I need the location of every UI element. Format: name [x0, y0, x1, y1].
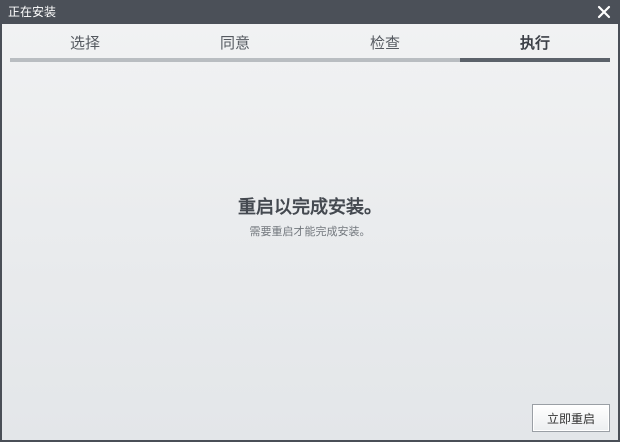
- step-bar: [10, 58, 160, 62]
- step-check: 检查: [310, 32, 460, 62]
- message-subtitle: 需要重启才能完成安装。: [249, 225, 371, 238]
- message-title: 重启以完成安装。: [238, 197, 382, 218]
- step-bar: [160, 58, 310, 62]
- step-label: 选择: [69, 34, 100, 52]
- step-agree: 同意: [160, 32, 310, 62]
- step-bar: [310, 58, 460, 62]
- step-label: 执行: [519, 34, 550, 52]
- step-label: 检查: [369, 34, 400, 52]
- step-execute: 执行: [460, 32, 610, 62]
- window-title: 正在安装: [8, 5, 57, 19]
- step-select: 选择: [10, 32, 160, 62]
- installer-window: 正在安装 选择 同意 检查 执行 重启以完成安装。 需要重启才能完成安装。 立即…: [0, 0, 620, 442]
- status-message: 重启以完成安装。 需要重启才能完成安装。: [2, 196, 618, 240]
- close-button[interactable]: [594, 2, 614, 22]
- content-area: 选择 同意 检查 执行 重启以完成安装。 需要重启才能完成安装。 立即重启: [2, 24, 618, 440]
- close-icon: [597, 5, 611, 19]
- title-bar: 正在安装: [0, 0, 620, 24]
- step-bar-active: [460, 58, 610, 62]
- step-label: 同意: [219, 34, 250, 52]
- step-indicator: 选择 同意 检查 执行: [10, 32, 610, 62]
- restart-now-button[interactable]: 立即重启: [532, 404, 610, 432]
